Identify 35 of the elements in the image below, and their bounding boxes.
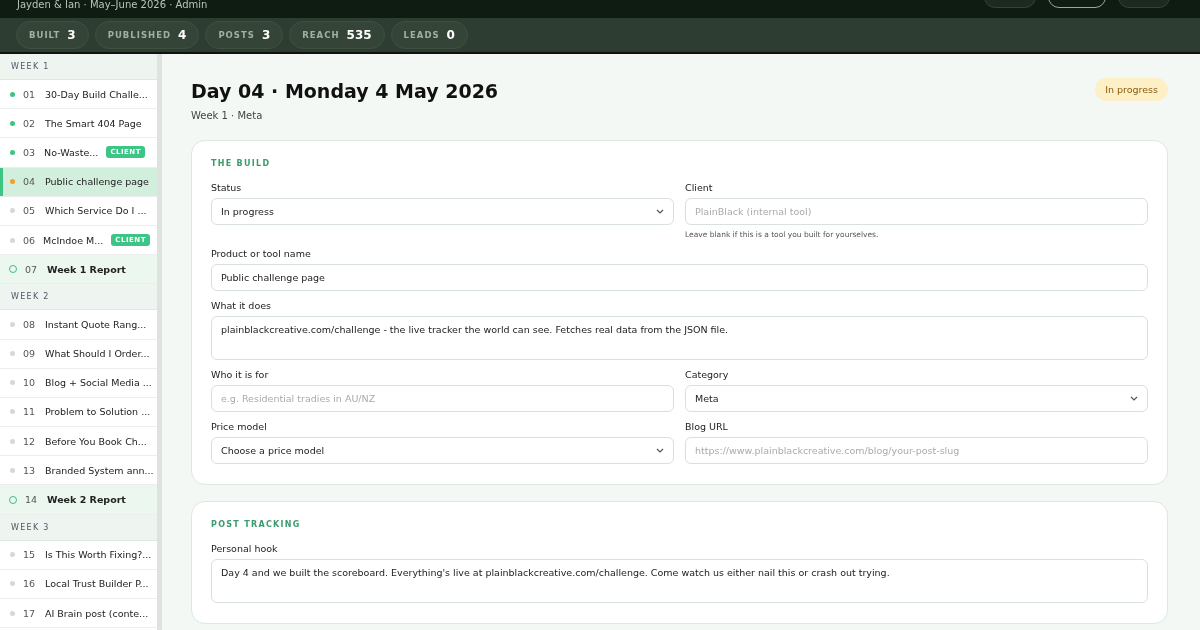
field-label: Price model [211,421,268,432]
stat-pill: PUBLISHED 4 [94,21,200,49]
field-label: Product or tool name [211,248,312,259]
select-field[interactable]: In progress [211,198,674,225]
status-badge: In progress [1095,78,1168,101]
input-field[interactable]: Public challenge page [211,264,1148,291]
sidebar-item[interactable]: 14 Week 2 Report [0,485,157,515]
stat-pill: REACH 535 [289,21,385,49]
field-label: Blog URL [685,421,729,432]
field-label: Client [685,182,714,193]
field-label: Status [211,182,243,193]
field-label: Personal hook [211,543,279,554]
text-area[interactable]: plainblackcreative.com/challenge - the live tracker the world can see. Fetches real data from the JSON file. [211,316,1148,360]
page-subtitle: Week 1 · Meta [191,110,264,121]
page-title: Day 04 · Monday 4 May 2026 [191,80,499,102]
text-area[interactable]: Day 4 and we built the scoreboard. Everything's live at plainblackcreative.com/challenge. Come watch us either nail this or crash out trying. [211,559,1148,603]
sidebar-item[interactable]: 07 Week 1 Report [0,255,157,285]
stat-pill: LEADS 0 [390,21,468,49]
field-label: Category [685,369,730,380]
stat-pill: BUILT 3 [16,21,89,49]
header-subtitle: Jayden & Ian · May–June 2026 · Admin [17,0,208,10]
select-field[interactable]: Meta [685,385,1148,412]
week-header: WEEK 3 [0,514,157,541]
sidebar-item[interactable]: 04 Public challenge page [0,167,157,197]
select-field[interactable]: Choose a price model [211,437,674,464]
chevron-icon [1130,396,1138,401]
week-header: WEEK 2 [0,284,157,311]
section-title: THE BUILD [211,159,272,168]
field-label: What it does [211,300,272,311]
week-header: WEEK 1 [0,54,157,80]
chevron-icon [656,209,664,214]
field-label: Who it is for [211,369,270,380]
section-title: POST TRACKING [211,520,302,529]
stat-pill: POSTS 3 [205,21,284,49]
chevron-icon [656,448,664,453]
